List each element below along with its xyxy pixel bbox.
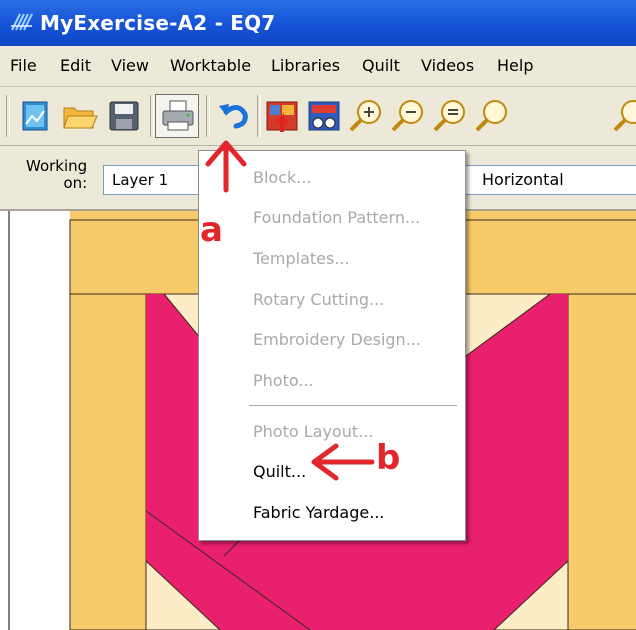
annotation-overlay: [205, 140, 375, 481]
annotation-arrow-b: [311, 443, 375, 481]
annotation-label-a: a: [200, 210, 223, 250]
annotation-arrow-a: [205, 140, 247, 193]
annotation-label-b: b: [376, 438, 401, 478]
